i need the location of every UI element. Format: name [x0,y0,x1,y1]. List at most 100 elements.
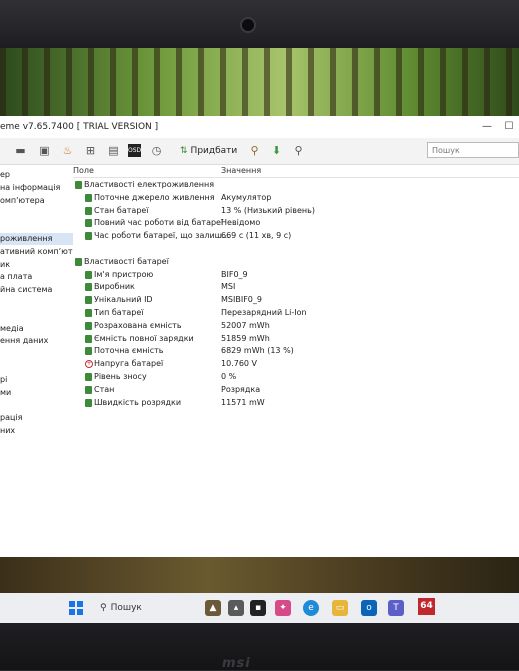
row-field: Ємність повної зарядки [94,333,194,343]
row-value: 6829 mWh (13 %) [221,346,294,356]
edge-icon[interactable]: e [303,600,319,616]
sidebar-item[interactable]: рі [0,374,73,386]
table-row[interactable]: Стан батареї 13 % (Низький рівень) [73,205,519,217]
monitor-icon[interactable]: ▣ [38,144,51,157]
sidebar-item[interactable]: роживлення [0,233,73,245]
sidebar-item[interactable]: ми [0,387,73,399]
sidebar-item[interactable]: ення даних [0,335,73,347]
sidebar-item[interactable] [0,310,73,322]
battery-icon [85,347,92,356]
aida64-window: eme v7.65.7400 [ TRIAL VERSION ] — ☐ ▬ ▣… [0,116,519,557]
desktop-wallpaper [0,48,519,116]
widgets-icon[interactable]: ▲ [205,600,221,616]
sidebar-item[interactable]: рація [0,412,73,424]
windows-start-icon[interactable] [69,601,83,615]
search-icon: ⚲ [100,603,107,613]
sidebar-item[interactable]: йна система [0,284,73,296]
sidebar-item[interactable] [0,361,73,373]
teams-icon[interactable]: T [388,600,404,616]
row-value: 13 % (Низький рівень) [221,205,315,215]
table-row[interactable]: Поточне джерело живлення Акумулятор [73,192,519,204]
table-row[interactable]: Ім'я пристрою BIF0_9 [73,269,519,281]
sidebar-item[interactable]: а плата [0,271,73,283]
sidebar-item[interactable]: них [0,425,73,437]
table-row[interactable]: Унікальний ID MSIBIF0_9 [73,294,519,306]
window-title: eme v7.65.7400 [ TRIAL VERSION ] [0,122,159,132]
photos-icon[interactable]: ▴ [228,600,244,616]
table-row[interactable]: Властивості електроживлення [73,179,519,191]
menu-icon[interactable]: ▬ [14,144,27,157]
file-explorer-icon[interactable]: ▭ [332,600,348,616]
copilot-icon[interactable]: ✦ [275,600,291,616]
table-row[interactable]: Розрахована ємність 52007 mWh [73,320,519,332]
sidebar-item[interactable] [0,220,73,232]
battery-icon [85,398,92,407]
table-row[interactable] [73,243,519,255]
row-value: BIF0_9 [221,269,248,279]
battery-icon [85,321,92,330]
wrench-icon[interactable]: ⚲ [248,144,261,157]
table-row[interactable]: + Напруга батареї 10.760 V [73,358,519,370]
aida64-taskbar-icon[interactable]: 64 [418,598,435,615]
sidebar-item[interactable]: ер [0,169,73,181]
table-row[interactable]: Рівень зносу 0 % [73,371,519,383]
table-row[interactable]: Ємність повної зарядки 51859 mWh [73,333,519,345]
download-arrow-icon[interactable]: ⬇ [270,144,283,157]
task-view-icon[interactable]: ▪ [250,600,266,616]
table-row[interactable]: Стан Розрядка [73,384,519,396]
table-row[interactable]: Тип батареї Перезарядний Li-Ion [73,307,519,319]
sidebar-item[interactable] [0,348,73,360]
table-row[interactable]: Час роботи батареї, що залиш... 669 с (11… [73,230,519,242]
clock-icon[interactable]: ◷ [150,144,163,157]
table-row[interactable]: Повний час роботи від батареї Невідомо [73,217,519,229]
row-field: Стан батареї [94,205,149,215]
taskbar-search[interactable]: ⚲ Пошук [100,601,142,615]
sidebar-item[interactable]: медіа [0,323,73,335]
battery-icon [85,270,92,279]
maximize-icon[interactable]: ☐ [500,116,518,138]
value-column-header[interactable]: Значення [221,165,261,177]
search-icon[interactable]: ⚲ [292,144,305,157]
minimize-icon[interactable]: — [478,116,496,138]
row-field: Ім'я пристрою [94,269,154,279]
row-value: 11571 mW [221,397,265,407]
sidebar-item[interactable] [0,399,73,411]
row-value: MSI [221,282,236,292]
sidebar-item[interactable]: ативний компʼюте [0,246,73,258]
outlook-icon[interactable]: o [361,600,377,616]
battery-icon [85,232,92,241]
desktop-wallpaper-bottom [0,557,519,593]
title-bar[interactable]: eme v7.65.7400 [ TRIAL VERSION ] — ☐ [0,116,519,138]
table-row[interactable]: Властивості батареї [73,256,519,268]
battery-icon [85,296,92,305]
battery-icon [85,334,92,343]
row-field: Властивості батареї [84,256,169,266]
table-row[interactable]: Швидкість розрядки 11571 mW [73,397,519,409]
sidebar-item[interactable]: омп'ютера [0,195,73,207]
row-field: Розрахована ємність [94,320,182,330]
field-column-header[interactable]: Поле [73,165,94,177]
chart-icon[interactable]: ▤ [107,144,120,157]
row-field: Поточне джерело живлення [94,192,215,202]
row-value: 669 с (11 хв, 9 с) [221,231,292,241]
row-field: Тип батареї [94,308,144,317]
osd-icon[interactable]: OSD [128,144,141,157]
table-row[interactable]: Виробник MSI [73,281,519,293]
warning-icon: + [85,360,93,369]
sidebar-item[interactable]: ик [0,259,73,271]
sidebar-item[interactable]: на інформація [0,182,73,194]
toolbar: ▬ ▣ ♨ ⊞ ▤ OSD ◷ ⇅ Придбати ⚲ ⬇ ⚲ Пошук [0,138,519,165]
sidebar-item[interactable] [0,297,73,309]
buy-button[interactable]: ⇅ Придбати [180,143,237,159]
buy-icon: ⇅ [180,146,188,156]
details-panel: Поле Значення Властивості електроживленн… [73,165,519,557]
search-input[interactable]: Пошук [427,142,519,158]
flame-icon[interactable]: ♨ [61,144,74,157]
group-icon [75,181,82,189]
sidebar-item[interactable] [0,207,73,219]
stack-icon[interactable]: ⊞ [84,144,97,157]
battery-icon [85,193,92,202]
row-field: Повний час роботи від батареї [94,218,224,228]
battery-icon [85,219,92,228]
table-row[interactable]: Поточна ємність 6829 mWh (13 %) [73,345,519,357]
